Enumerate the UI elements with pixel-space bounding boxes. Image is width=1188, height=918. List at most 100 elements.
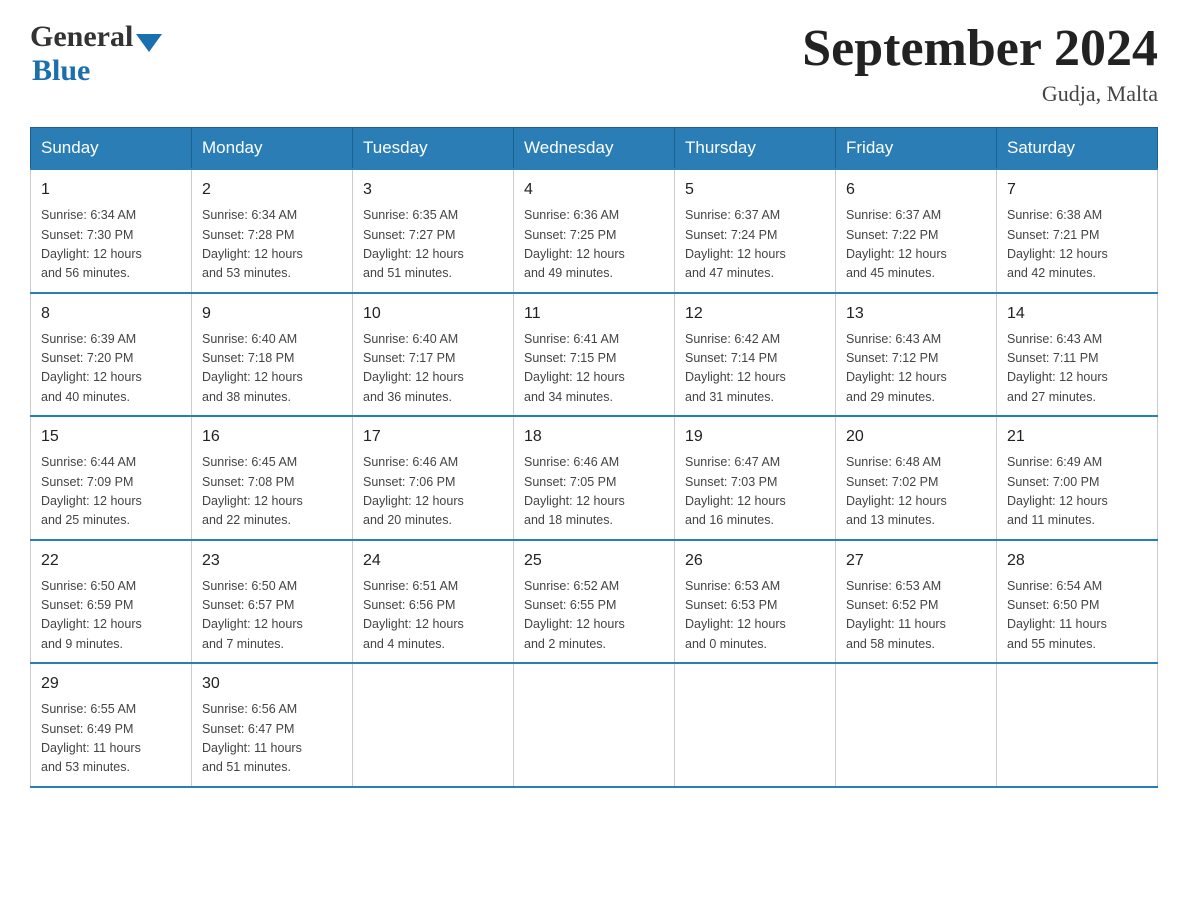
day-number: 3: [363, 178, 503, 202]
calendar-cell: 15Sunrise: 6:44 AMSunset: 7:09 PMDayligh…: [31, 416, 192, 540]
week-row-2: 8 Sunrise: 6:39 AMSunset: 7:20 PMDaylight…: [31, 293, 1158, 417]
day-number: 29: [41, 672, 181, 696]
calendar-title: September 2024: [802, 20, 1158, 77]
day-number: 8: [41, 302, 181, 326]
col-wednesday: Wednesday: [514, 128, 675, 170]
day-info: Sunrise: 6:40 AMSunset: 7:17 PMDaylight:…: [363, 330, 503, 408]
day-info: Sunrise: 6:46 AMSunset: 7:05 PMDaylight:…: [524, 453, 664, 531]
day-number: 16: [202, 425, 342, 449]
calendar-cell: 6 Sunrise: 6:37 AMSunset: 7:22 PMDaylight…: [836, 169, 997, 293]
calendar-cell: 14Sunrise: 6:43 AMSunset: 7:11 PMDayligh…: [997, 293, 1158, 417]
col-friday: Friday: [836, 128, 997, 170]
calendar-table: Sunday Monday Tuesday Wednesday Thursday…: [30, 127, 1158, 788]
calendar-cell: 10 Sunrise: 6:40 AMSunset: 7:17 PMDayligh…: [353, 293, 514, 417]
calendar-cell: 4 Sunrise: 6:36 AMSunset: 7:25 PMDaylight…: [514, 169, 675, 293]
day-info: Sunrise: 6:46 AMSunset: 7:06 PMDaylight:…: [363, 453, 503, 531]
day-info: Sunrise: 6:56 AMSunset: 6:47 PMDaylight:…: [202, 700, 342, 778]
day-number: 20: [846, 425, 986, 449]
day-info: Sunrise: 6:53 AMSunset: 6:53 PMDaylight:…: [685, 577, 825, 655]
day-info: Sunrise: 6:43 AMSunset: 7:11 PMDaylight:…: [1007, 330, 1147, 408]
day-info: Sunrise: 6:45 AMSunset: 7:08 PMDaylight:…: [202, 453, 342, 531]
col-saturday: Saturday: [997, 128, 1158, 170]
calendar-cell: 13 Sunrise: 6:43 AMSunset: 7:12 PMDayligh…: [836, 293, 997, 417]
day-info: Sunrise: 6:52 AMSunset: 6:55 PMDaylight:…: [524, 577, 664, 655]
day-number: 19: [685, 425, 825, 449]
calendar-cell: [675, 663, 836, 787]
calendar-cell: 25Sunrise: 6:52 AMSunset: 6:55 PMDayligh…: [514, 540, 675, 664]
week-row-3: 15Sunrise: 6:44 AMSunset: 7:09 PMDayligh…: [31, 416, 1158, 540]
calendar-header-row: Sunday Monday Tuesday Wednesday Thursday…: [31, 128, 1158, 170]
calendar-subtitle: Gudja, Malta: [802, 81, 1158, 107]
day-number: 13: [846, 302, 986, 326]
day-info: Sunrise: 6:35 AMSunset: 7:27 PMDaylight:…: [363, 206, 503, 284]
calendar-cell: 26 Sunrise: 6:53 AMSunset: 6:53 PMDayligh…: [675, 540, 836, 664]
calendar-cell: 28 Sunrise: 6:54 AMSunset: 6:50 PMDayligh…: [997, 540, 1158, 664]
week-row-4: 22Sunrise: 6:50 AMSunset: 6:59 PMDayligh…: [31, 540, 1158, 664]
day-number: 4: [524, 178, 664, 202]
calendar-cell: [353, 663, 514, 787]
calendar-cell: 22Sunrise: 6:50 AMSunset: 6:59 PMDayligh…: [31, 540, 192, 664]
day-number: 28: [1007, 549, 1147, 573]
calendar-cell: 23 Sunrise: 6:50 AMSunset: 6:57 PMDayligh…: [192, 540, 353, 664]
day-number: 2: [202, 178, 342, 202]
day-number: 26: [685, 549, 825, 573]
col-sunday: Sunday: [31, 128, 192, 170]
day-number: 1: [41, 178, 181, 202]
day-info: Sunrise: 6:50 AMSunset: 6:57 PMDaylight:…: [202, 577, 342, 655]
day-info: Sunrise: 6:54 AMSunset: 6:50 PMDaylight:…: [1007, 577, 1147, 655]
day-number: 27: [846, 549, 986, 573]
calendar-cell: 24 Sunrise: 6:51 AMSunset: 6:56 PMDayligh…: [353, 540, 514, 664]
day-info: Sunrise: 6:34 AMSunset: 7:28 PMDaylight:…: [202, 206, 342, 284]
logo: General Blue: [30, 20, 162, 88]
day-number: 9: [202, 302, 342, 326]
day-number: 17: [363, 425, 503, 449]
day-info: Sunrise: 6:48 AMSunset: 7:02 PMDaylight:…: [846, 453, 986, 531]
calendar-cell: 11 Sunrise: 6:41 AMSunset: 7:15 PMDayligh…: [514, 293, 675, 417]
day-number: 23: [202, 549, 342, 573]
calendar-cell: 16 Sunrise: 6:45 AMSunset: 7:08 PMDayligh…: [192, 416, 353, 540]
calendar-cell: 19 Sunrise: 6:47 AMSunset: 7:03 PMDayligh…: [675, 416, 836, 540]
day-info: Sunrise: 6:55 AMSunset: 6:49 PMDaylight:…: [41, 700, 181, 778]
calendar-cell: [997, 663, 1158, 787]
day-number: 12: [685, 302, 825, 326]
day-number: 6: [846, 178, 986, 202]
day-info: Sunrise: 6:36 AMSunset: 7:25 PMDaylight:…: [524, 206, 664, 284]
day-info: Sunrise: 6:38 AMSunset: 7:21 PMDaylight:…: [1007, 206, 1147, 284]
calendar-cell: 7Sunrise: 6:38 AMSunset: 7:21 PMDaylight…: [997, 169, 1158, 293]
day-number: 5: [685, 178, 825, 202]
day-number: 24: [363, 549, 503, 573]
calendar-cell: 17 Sunrise: 6:46 AMSunset: 7:06 PMDayligh…: [353, 416, 514, 540]
logo-general-text: General: [30, 20, 133, 54]
calendar-cell: 27 Sunrise: 6:53 AMSunset: 6:52 PMDayligh…: [836, 540, 997, 664]
calendar-cell: 18Sunrise: 6:46 AMSunset: 7:05 PMDayligh…: [514, 416, 675, 540]
week-row-5: 29 Sunrise: 6:55 AMSunset: 6:49 PMDayligh…: [31, 663, 1158, 787]
day-info: Sunrise: 6:53 AMSunset: 6:52 PMDaylight:…: [846, 577, 986, 655]
week-row-1: 1 Sunrise: 6:34 AMSunset: 7:30 PMDaylight…: [31, 169, 1158, 293]
calendar-cell: 2 Sunrise: 6:34 AMSunset: 7:28 PMDaylight…: [192, 169, 353, 293]
day-info: Sunrise: 6:40 AMSunset: 7:18 PMDaylight:…: [202, 330, 342, 408]
page-header: General Blue September 2024 Gudja, Malta: [30, 20, 1158, 107]
day-number: 10: [363, 302, 503, 326]
calendar-cell: 29 Sunrise: 6:55 AMSunset: 6:49 PMDayligh…: [31, 663, 192, 787]
calendar-cell: [514, 663, 675, 787]
day-info: Sunrise: 6:49 AMSunset: 7:00 PMDaylight:…: [1007, 453, 1147, 531]
logo-blue-text: Blue: [30, 54, 90, 87]
day-info: Sunrise: 6:37 AMSunset: 7:22 PMDaylight:…: [846, 206, 986, 284]
day-info: Sunrise: 6:51 AMSunset: 6:56 PMDaylight:…: [363, 577, 503, 655]
day-number: 15: [41, 425, 181, 449]
col-thursday: Thursday: [675, 128, 836, 170]
calendar-cell: 9 Sunrise: 6:40 AMSunset: 7:18 PMDaylight…: [192, 293, 353, 417]
day-number: 30: [202, 672, 342, 696]
day-number: 11: [524, 302, 664, 326]
day-number: 21: [1007, 425, 1147, 449]
calendar-cell: 20 Sunrise: 6:48 AMSunset: 7:02 PMDayligh…: [836, 416, 997, 540]
day-info: Sunrise: 6:41 AMSunset: 7:15 PMDaylight:…: [524, 330, 664, 408]
day-number: 22: [41, 549, 181, 573]
day-info: Sunrise: 6:47 AMSunset: 7:03 PMDaylight:…: [685, 453, 825, 531]
day-info: Sunrise: 6:34 AMSunset: 7:30 PMDaylight:…: [41, 206, 181, 284]
day-info: Sunrise: 6:39 AMSunset: 7:20 PMDaylight:…: [41, 330, 181, 408]
day-info: Sunrise: 6:43 AMSunset: 7:12 PMDaylight:…: [846, 330, 986, 408]
day-info: Sunrise: 6:37 AMSunset: 7:24 PMDaylight:…: [685, 206, 825, 284]
calendar-cell: 1 Sunrise: 6:34 AMSunset: 7:30 PMDaylight…: [31, 169, 192, 293]
title-block: September 2024 Gudja, Malta: [802, 20, 1158, 107]
